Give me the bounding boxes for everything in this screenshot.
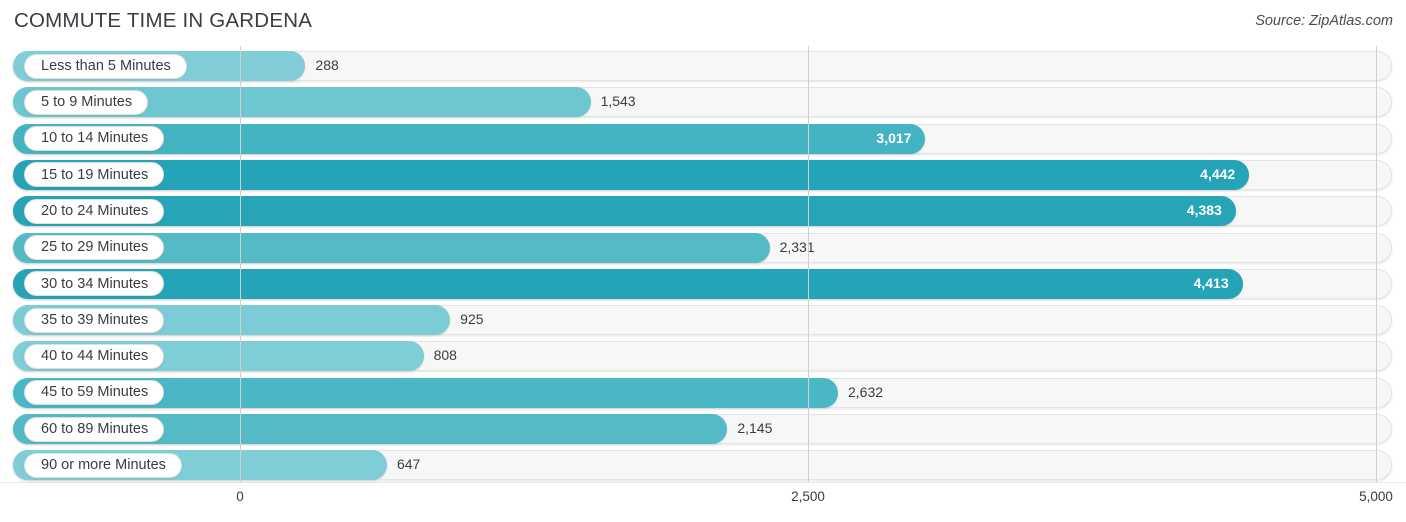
- bar-value-label: 647: [396, 456, 421, 473]
- bar-category-label-text: 60 to 89 Minutes: [41, 420, 149, 437]
- bar-category-label: 60 to 89 Minutes: [24, 416, 165, 442]
- bar-row[interactable]: 90 or more Minutes 647: [0, 447, 1406, 483]
- source-attribution: Source: ZipAtlas.com: [1255, 13, 1393, 29]
- bar-category-label: 25 to 29 Minutes: [24, 235, 165, 260]
- bar-value-label: 925: [460, 311, 484, 328]
- bar-category-label-text: 40 to 44 Minutes: [41, 348, 149, 365]
- bar-value-label: 4,383: [1186, 202, 1222, 219]
- bar-category-label: 35 to 39 Minutes: [24, 307, 165, 333]
- bar-category-label-text: 90 or more Minutes: [41, 457, 166, 474]
- bar-category-label-text: 25 to 29 Minutes: [41, 239, 149, 256]
- chart-container: COMMUTE TIME IN GARDENA Source: ZipAtlas…: [0, 0, 1406, 522]
- bar-category-label-text: 45 to 59 Minutes: [41, 384, 149, 401]
- bar-row[interactable]: 25 to 29 Minutes 2,331: [0, 230, 1406, 266]
- bar-row[interactable]: 60 to 89 Minutes 2,145: [0, 411, 1406, 447]
- bar-row[interactable]: 15 to 19 Minutes 4,442: [0, 157, 1406, 193]
- bar-rows: Less than 5 Minutes 288 5 to 9 Minutes 1,54…: [0, 46, 1406, 482]
- bar-row[interactable]: 20 to 24 Minutes 4,383: [0, 193, 1406, 229]
- x-tick-label: 5,000: [1359, 489, 1393, 504]
- bar-category-label-text: Less than 5 Minutes: [41, 57, 171, 74]
- bar-row[interactable]: Less than 5 Minutes 288: [0, 48, 1406, 84]
- bar-category-label: 10 to 14 Minutes: [24, 126, 165, 152]
- bar-value-label: 2,331: [779, 238, 815, 255]
- bar-fill[interactable]: [13, 159, 1250, 190]
- bar-category-label: 30 to 34 Minutes: [24, 271, 165, 297]
- chart-header: COMMUTE TIME IN GARDENA Source: ZipAtlas…: [0, 0, 1406, 46]
- bar-row[interactable]: 30 to 34 Minutes 4,413: [0, 266, 1406, 302]
- bar-value-label: 1,543: [600, 93, 636, 110]
- bar-value-label: 2,145: [737, 420, 773, 436]
- bar-category-label-text: 10 to 14 Minutes: [41, 130, 149, 147]
- bar-value-label: 3,017: [876, 129, 912, 146]
- bar-row[interactable]: 5 to 9 Minutes 1,543: [0, 84, 1406, 120]
- bar-fill[interactable]: [13, 268, 1243, 299]
- bar-category-label-text: 20 to 24 Minutes: [41, 202, 149, 219]
- bar-category-label: 15 to 19 Minutes: [24, 162, 165, 188]
- bar-category-label: Less than 5 Minutes: [24, 53, 187, 79]
- page-title: COMMUTE TIME IN GARDENA: [14, 9, 313, 32]
- bar-value-label: 4,413: [1193, 274, 1229, 291]
- bar-row[interactable]: 40 to 44 Minutes 808: [0, 338, 1406, 374]
- bar-category-label: 20 to 24 Minutes: [24, 198, 165, 224]
- bar-value-label: 4,442: [1200, 165, 1236, 182]
- bar-category-label-text: 15 to 19 Minutes: [41, 166, 149, 183]
- bar-row[interactable]: 35 to 39 Minutes 925: [0, 302, 1406, 338]
- x-tick-label: 2,500: [791, 489, 825, 504]
- bar-category-label: 90 or more Minutes: [24, 452, 182, 478]
- bar-row[interactable]: 10 to 14 Minutes 3,017: [0, 121, 1406, 157]
- bar-value-label: 2,632: [847, 383, 884, 400]
- bar-category-label: 45 to 59 Minutes: [24, 380, 165, 406]
- bar-value-label: 808: [433, 347, 457, 364]
- x-axis: 0 2,500 5,000: [0, 482, 1406, 522]
- bar-category-label-text: 35 to 39 Minutes: [41, 311, 149, 328]
- x-tick-label: 0: [236, 489, 244, 504]
- bar-category-label-text: 5 to 9 Minutes: [41, 94, 133, 111]
- bar-fill[interactable]: [13, 196, 1236, 227]
- bar-row[interactable]: 45 to 59 Minutes 2,632: [0, 375, 1406, 411]
- plot-area: Less than 5 Minutes 288 5 to 9 Minutes 1,54…: [0, 46, 1406, 482]
- bar-category-label: 40 to 44 Minutes: [24, 343, 165, 369]
- bar-category-label: 5 to 9 Minutes: [24, 89, 149, 115]
- bar-category-label-text: 30 to 34 Minutes: [41, 275, 149, 292]
- bar-value-label: 288: [315, 57, 339, 73]
